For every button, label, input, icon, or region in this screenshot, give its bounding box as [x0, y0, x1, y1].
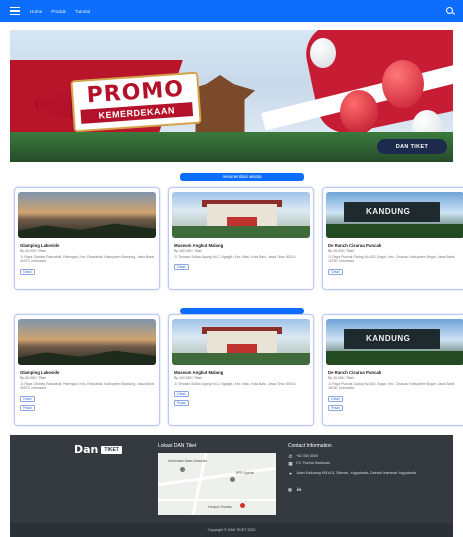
destination-card[interactable]: Museum Angkut Malang Rp 100.000 / Tiket …: [168, 314, 314, 426]
copyright-bar: Copyright © DAN TIKET 2023: [10, 523, 453, 537]
instagram-icon[interactable]: ◎: [288, 487, 292, 493]
balloon-image: [382, 60, 424, 108]
card-photo: [172, 319, 310, 365]
grid-icon: ▦: [288, 461, 293, 466]
map-pin-icon: [180, 467, 185, 472]
book-button[interactable]: Pesan: [328, 404, 343, 411]
card-price: Rp 20.000 / Tiket: [20, 249, 46, 253]
detail-button[interactable]: Detail: [174, 264, 189, 271]
card-title: De Ranch Cisarua Puncak: [328, 370, 382, 375]
destination-card[interactable]: KANDUNG De Ranch Cisarua Puncak Rp 15.00…: [322, 314, 463, 426]
brand-badge-text: DAN TIKET: [395, 143, 429, 150]
nav-link-produk[interactable]: Produk: [51, 9, 66, 14]
card-price: Rp 20.000 / Tiket: [20, 376, 46, 380]
card-title: Museum Angkut Malang: [174, 370, 224, 375]
section-heading: rekomendasi wisata: [180, 173, 304, 181]
detail-button[interactable]: Detail: [174, 391, 189, 398]
card-photo: KANDUNG: [326, 319, 463, 365]
card-price: Rp 100.000 / Tiket: [174, 376, 202, 380]
card-price: Rp 15.000 / Tiket: [328, 376, 354, 380]
card-address: Jl. Raya Ciwidey-Rancabali, Patengan, Ke…: [20, 255, 155, 264]
map-label: BPR Syariah: [236, 471, 255, 475]
card-photo: [172, 192, 310, 238]
hamburger-menu-icon[interactable]: [10, 7, 20, 15]
card-photo: KANDUNG: [326, 192, 463, 238]
book-button[interactable]: Pesan: [20, 404, 35, 411]
location-map[interactable]: Universitas Islam Indonesia BPR Syariah …: [158, 453, 276, 515]
promo-banner[interactable]: PROMO KEMERDEKAAN DAN TIKET: [10, 30, 453, 162]
card-price: Rp 100.000 / Tiket: [174, 249, 202, 253]
card-title: Glamping Lakeside: [20, 243, 60, 248]
phone-icon: ✆: [288, 454, 293, 459]
card-photo: [18, 319, 156, 365]
footer-brand-badge: TIKET: [101, 445, 122, 454]
map-label: Kampus Terpadu: [208, 505, 233, 509]
contact-address: ⌖ Jalan Kaliurang KM14.5, Sleman, Yogyak…: [288, 471, 426, 476]
contact-text: CV. Tiurma Hasibuan: [296, 461, 330, 465]
destination-card[interactable]: Museum Angkut Malang Rp 100.000 / Tiket …: [168, 187, 314, 290]
card-address: Jl. Raya Puncak Gadog No.602, Bogor, Kec…: [328, 255, 455, 264]
card-address: Jl. Raya Ciwidey-Rancabali, Patengan, Ke…: [20, 382, 155, 391]
destination-card[interactable]: Glamping Lakeside Rp 20.000 / Tiket Jl. …: [14, 314, 160, 426]
search-icon[interactable]: [446, 7, 453, 14]
map-pin-icon: [230, 477, 235, 482]
footer: Dan TIKET Lokasi DAN Tiket Universitas I…: [10, 435, 453, 523]
card-address: Jl. Raya Puncak Gadog No.602, Bogor, Kec…: [328, 382, 455, 391]
balloon-image: [340, 90, 378, 134]
contact-text: Jalan Kaliurang KM14.5, Sleman, Yogyakar…: [296, 471, 416, 475]
card-address: Jl. Terusan Sultan Agung No.2, Ngaglik, …: [174, 255, 296, 259]
card-address: Jl. Terusan Sultan Agung No.2, Ngaglik, …: [174, 382, 296, 386]
card-photo: [18, 192, 156, 238]
map-title: Lokasi DAN Tiket: [158, 443, 197, 449]
destination-card[interactable]: Glamping Lakeside Rp 20.000 / Tiket Jl. …: [14, 187, 160, 290]
card-title: De Ranch Cisarua Puncak: [328, 243, 382, 248]
card-title: Glamping Lakeside: [20, 370, 60, 375]
contact-phone: ✆ +62 000 0000: [288, 454, 426, 459]
footer-brand-text: Dan: [74, 443, 99, 456]
linkedin-icon[interactable]: in: [297, 487, 301, 492]
balloon-image: [310, 38, 336, 68]
contact-company: ▦ CV. Tiurma Hasibuan: [288, 461, 426, 466]
footer-logo[interactable]: Dan TIKET: [74, 443, 122, 456]
location-icon: ⌖: [289, 471, 292, 476]
map-pin-icon: [240, 503, 245, 508]
card-price: Rp 15.000 / Tiket: [328, 249, 354, 253]
promo-card: PROMO KEMERDEKAAN: [70, 71, 202, 133]
top-navbar: Home Produk Tutorial: [0, 0, 463, 22]
nav-link-home[interactable]: Home: [30, 9, 42, 14]
contact-title: Contact Information: [288, 443, 332, 449]
detail-button[interactable]: Detail: [328, 268, 343, 275]
card-title: Museum Angkut Malang: [174, 243, 224, 248]
book-button[interactable]: Pesan: [174, 400, 189, 407]
destination-card[interactable]: KANDUNG De Ranch Cisarua Puncak Rp 15.00…: [322, 187, 463, 290]
detail-button[interactable]: Detail: [20, 395, 35, 402]
brand-badge: DAN TIKET: [377, 139, 447, 154]
contact-text: +62 000 0000: [296, 454, 319, 458]
detail-button[interactable]: Detail: [328, 395, 343, 402]
nav-link-tutorial[interactable]: Tutorial: [75, 9, 90, 14]
detail-button[interactable]: Detail: [20, 268, 35, 275]
map-label: Universitas Islam Indonesia: [168, 459, 207, 463]
